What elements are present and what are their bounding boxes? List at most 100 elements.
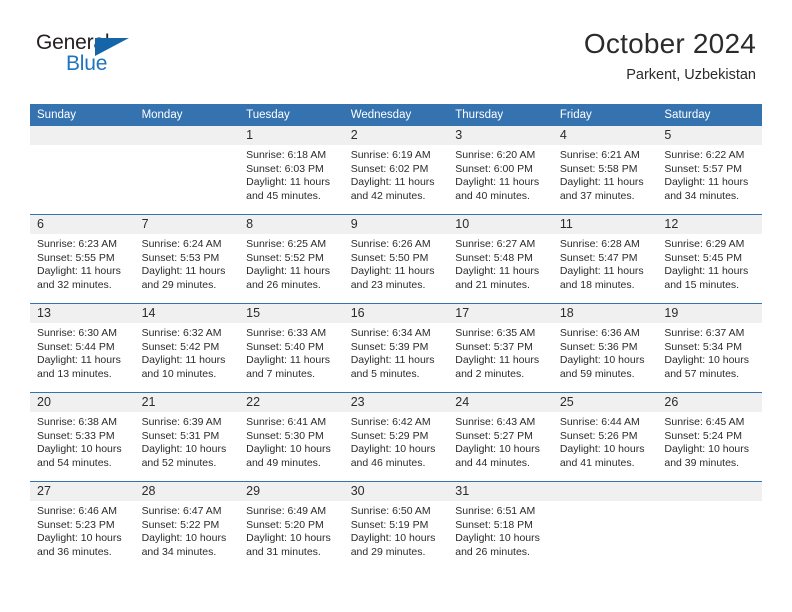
calendar-day-cell[interactable]: 23 Sunrise: 6:42 AM Sunset: 5:29 PM Dayligh… bbox=[343, 392, 449, 482]
calendar-day-cell[interactable]: 24 Sunrise: 6:43 AM Sunset: 5:27 PM Dayligh… bbox=[448, 392, 553, 482]
sunrise-time: Sunrise: 6:34 AM bbox=[350, 327, 431, 339]
calendar-day-cell[interactable]: 11 Sunrise: 6:28 AM Sunset: 5:47 PM Dayligh… bbox=[552, 214, 658, 304]
calendar-day-cell[interactable]: 1 Sunrise: 6:18 AM Sunset: 6:03 PM Daylight… bbox=[239, 126, 344, 215]
sunset-time: Sunset: 5:30 PM bbox=[246, 429, 324, 442]
sunrise-time: Sunrise: 6:46 AM bbox=[37, 505, 117, 517]
calendar-day-cell[interactable]: 9 Sunrise: 6:26 AM Sunset: 5:50 PM Daylight… bbox=[343, 214, 449, 304]
calendar-day-cell[interactable]: 20 Sunrise: 6:38 AM Sunset: 5:33 PM Dayligh… bbox=[30, 392, 135, 482]
sunset-time: Sunset: 6:02 PM bbox=[350, 162, 429, 175]
sunset-time: Sunset: 5:37 PM bbox=[455, 340, 533, 353]
day-cell-content: 21 Sunrise: 6:39 AM Sunset: 5:31 PM Dayligh… bbox=[134, 393, 240, 481]
calendar-day-cell[interactable]: 12 Sunrise: 6:29 AM Sunset: 5:45 PM Dayligh… bbox=[657, 214, 762, 304]
day-sun-info: Sunrise: 6:33 AM Sunset: 5:40 PM Daylight:… bbox=[239, 323, 344, 381]
daylight-duration-line2: and 2 minutes. bbox=[455, 367, 525, 380]
sunrise-time: Sunrise: 6:18 AM bbox=[246, 149, 327, 161]
calendar-day-cell[interactable]: 13 Sunrise: 6:30 AM Sunset: 5:44 PM Dayligh… bbox=[30, 303, 135, 393]
day-number: 23 bbox=[343, 393, 449, 412]
calendar-day-cell[interactable]: 8 Sunrise: 6:25 AM Sunset: 5:52 PM Daylight… bbox=[239, 214, 344, 304]
day-cell-content: 22 Sunrise: 6:41 AM Sunset: 5:30 PM Dayligh… bbox=[239, 393, 344, 481]
day-cell-content: 5 Sunrise: 6:22 AM Sunset: 5:57 PM Daylight… bbox=[657, 126, 762, 214]
sunset-time: Sunset: 5:23 PM bbox=[37, 518, 115, 531]
weekday-header-monday: Monday bbox=[134, 104, 240, 126]
day-sun-info: Sunrise: 6:43 AM Sunset: 5:27 PM Daylight:… bbox=[448, 412, 553, 470]
sunrise-time: Sunrise: 6:36 AM bbox=[559, 327, 640, 339]
day-number: 20 bbox=[30, 393, 135, 412]
day-cell-content: 25 Sunrise: 6:44 AM Sunset: 5:26 PM Dayligh… bbox=[552, 393, 658, 481]
day-number: 26 bbox=[657, 393, 762, 412]
daylight-duration-line1: Daylight: 11 hours bbox=[559, 265, 644, 278]
daylight-duration-line2: and 59 minutes. bbox=[559, 367, 635, 380]
daylight-duration-line2: and 34 minutes. bbox=[141, 545, 217, 558]
day-cell-content: 26 Sunrise: 6:45 AM Sunset: 5:24 PM Dayligh… bbox=[657, 393, 762, 481]
sunrise-time: Sunrise: 6:47 AM bbox=[141, 505, 222, 517]
calendar-body: 1 Sunrise: 6:18 AM Sunset: 6:03 PM Daylight… bbox=[30, 126, 762, 570]
daylight-duration-line2: and 23 minutes. bbox=[350, 278, 426, 291]
calendar-day-cell[interactable]: 31 Sunrise: 6:51 AM Sunset: 5:18 PM Dayligh… bbox=[448, 481, 553, 570]
calendar-day-cell[interactable]: 15 Sunrise: 6:33 AM Sunset: 5:40 PM Dayligh… bbox=[239, 303, 344, 393]
sunrise-time: Sunrise: 6:25 AM bbox=[246, 238, 327, 250]
calendar-day-cell[interactable]: 7 Sunrise: 6:24 AM Sunset: 5:53 PM Daylight… bbox=[134, 214, 240, 304]
day-cell-content: 23 Sunrise: 6:42 AM Sunset: 5:29 PM Dayligh… bbox=[343, 393, 449, 481]
sunset-time: Sunset: 5:50 PM bbox=[350, 251, 429, 264]
daylight-duration-line1: Daylight: 10 hours bbox=[246, 532, 331, 545]
day-number: 30 bbox=[343, 482, 449, 501]
day-cell-content: 6 Sunrise: 6:23 AM Sunset: 5:55 PM Daylight… bbox=[30, 215, 135, 303]
sunset-time: Sunset: 5:42 PM bbox=[141, 340, 220, 353]
calendar-day-cell[interactable]: 26 Sunrise: 6:45 AM Sunset: 5:24 PM Dayligh… bbox=[657, 392, 762, 482]
day-cell-content: 2 Sunrise: 6:19 AM Sunset: 6:02 PM Daylight… bbox=[343, 126, 449, 214]
sunrise-time: Sunrise: 6:42 AM bbox=[350, 416, 431, 428]
calendar-day-cell[interactable]: 27 Sunrise: 6:46 AM Sunset: 5:23 PM Dayligh… bbox=[30, 481, 135, 570]
day-cell-content: 18 Sunrise: 6:36 AM Sunset: 5:36 PM Dayligh… bbox=[552, 304, 658, 392]
calendar-day-cell[interactable]: 21 Sunrise: 6:39 AM Sunset: 5:31 PM Dayligh… bbox=[134, 392, 240, 482]
calendar-day-cell[interactable]: 4 Sunrise: 6:21 AM Sunset: 5:58 PM Daylight… bbox=[552, 126, 658, 215]
calendar-day-cell[interactable]: 28 Sunrise: 6:47 AM Sunset: 5:22 PM Dayligh… bbox=[134, 481, 240, 570]
day-number: 18 bbox=[552, 304, 658, 323]
calendar-day-cell[interactable]: 25 Sunrise: 6:44 AM Sunset: 5:26 PM Dayligh… bbox=[552, 392, 658, 482]
sunrise-time: Sunrise: 6:26 AM bbox=[350, 238, 431, 250]
sunset-time: Sunset: 5:18 PM bbox=[455, 518, 533, 531]
calendar-day-cell[interactable]: 18 Sunrise: 6:36 AM Sunset: 5:36 PM Dayligh… bbox=[552, 303, 658, 393]
sunset-time: Sunset: 5:24 PM bbox=[664, 429, 743, 442]
calendar-day-cell[interactable]: 22 Sunrise: 6:41 AM Sunset: 5:30 PM Dayligh… bbox=[239, 392, 344, 482]
day-cell-content: 28 Sunrise: 6:47 AM Sunset: 5:22 PM Dayligh… bbox=[134, 482, 240, 570]
daylight-duration-line1: Daylight: 10 hours bbox=[455, 443, 540, 456]
sunset-time: Sunset: 5:53 PM bbox=[141, 251, 220, 264]
calendar-header-row: Sunday Monday Tuesday Wednesday Thursday… bbox=[30, 104, 762, 126]
weekday-header-sunday: Sunday bbox=[30, 104, 135, 126]
day-number: 3 bbox=[448, 126, 553, 145]
daylight-duration-line2: and 18 minutes. bbox=[559, 278, 635, 291]
daylight-duration-line2: and 40 minutes. bbox=[455, 189, 530, 202]
calendar-day-cell[interactable]: 14 Sunrise: 6:32 AM Sunset: 5:42 PM Dayligh… bbox=[134, 303, 240, 393]
calendar-day-cell[interactable]: 5 Sunrise: 6:22 AM Sunset: 5:57 PM Daylight… bbox=[657, 126, 762, 215]
daylight-duration-line2: and 42 minutes. bbox=[350, 189, 426, 202]
day-number: 27 bbox=[30, 482, 135, 501]
weekday-header-friday: Friday bbox=[552, 104, 658, 126]
calendar-day-cell[interactable]: 10 Sunrise: 6:27 AM Sunset: 5:48 PM Dayligh… bbox=[448, 214, 553, 304]
calendar-day-cell[interactable]: 6 Sunrise: 6:23 AM Sunset: 5:55 PM Daylight… bbox=[30, 214, 135, 304]
day-cell-content bbox=[30, 126, 135, 214]
day-cell-content: 4 Sunrise: 6:21 AM Sunset: 5:58 PM Daylight… bbox=[552, 126, 658, 214]
calendar-day-cell[interactable]: 19 Sunrise: 6:37 AM Sunset: 5:34 PM Dayligh… bbox=[657, 303, 762, 393]
sunset-time: Sunset: 5:52 PM bbox=[246, 251, 324, 264]
daylight-duration-line2: and 36 minutes. bbox=[37, 545, 112, 558]
day-cell-content: 24 Sunrise: 6:43 AM Sunset: 5:27 PM Dayligh… bbox=[448, 393, 553, 481]
day-sun-info: Sunrise: 6:49 AM Sunset: 5:20 PM Daylight:… bbox=[239, 501, 344, 559]
calendar-day-cell[interactable]: 16 Sunrise: 6:34 AM Sunset: 5:39 PM Dayligh… bbox=[343, 303, 449, 393]
daylight-duration-line1: Daylight: 11 hours bbox=[350, 354, 435, 367]
sunrise-time: Sunrise: 6:49 AM bbox=[246, 505, 327, 517]
sunrise-time: Sunrise: 6:24 AM bbox=[141, 238, 222, 250]
calendar-day-cell[interactable]: 3 Sunrise: 6:20 AM Sunset: 6:00 PM Daylight… bbox=[448, 126, 553, 215]
daylight-duration-line2: and 41 minutes. bbox=[559, 456, 635, 469]
daylight-duration-line2: and 31 minutes. bbox=[246, 545, 321, 558]
calendar-day-cell[interactable]: 2 Sunrise: 6:19 AM Sunset: 6:02 PM Daylight… bbox=[343, 126, 449, 215]
day-number: 22 bbox=[239, 393, 344, 412]
calendar-day-cell[interactable]: 29 Sunrise: 6:49 AM Sunset: 5:20 PM Dayligh… bbox=[239, 481, 344, 570]
general-blue-logo[interactable]: General Blue bbox=[36, 28, 156, 88]
calendar-day-cell[interactable]: 17 Sunrise: 6:35 AM Sunset: 5:37 PM Dayligh… bbox=[448, 303, 553, 393]
calendar-day-cell[interactable]: 30 Sunrise: 6:50 AM Sunset: 5:19 PM Dayligh… bbox=[343, 481, 449, 570]
daylight-duration-line2: and 57 minutes. bbox=[664, 367, 740, 380]
daylight-duration-line2: and 26 minutes. bbox=[246, 278, 321, 291]
day-sun-info: Sunrise: 6:29 AM Sunset: 5:45 PM Daylight:… bbox=[657, 234, 762, 292]
day-sun-info: Sunrise: 6:21 AM Sunset: 5:58 PM Daylight:… bbox=[553, 145, 658, 203]
sunset-time: Sunset: 5:36 PM bbox=[559, 340, 638, 353]
